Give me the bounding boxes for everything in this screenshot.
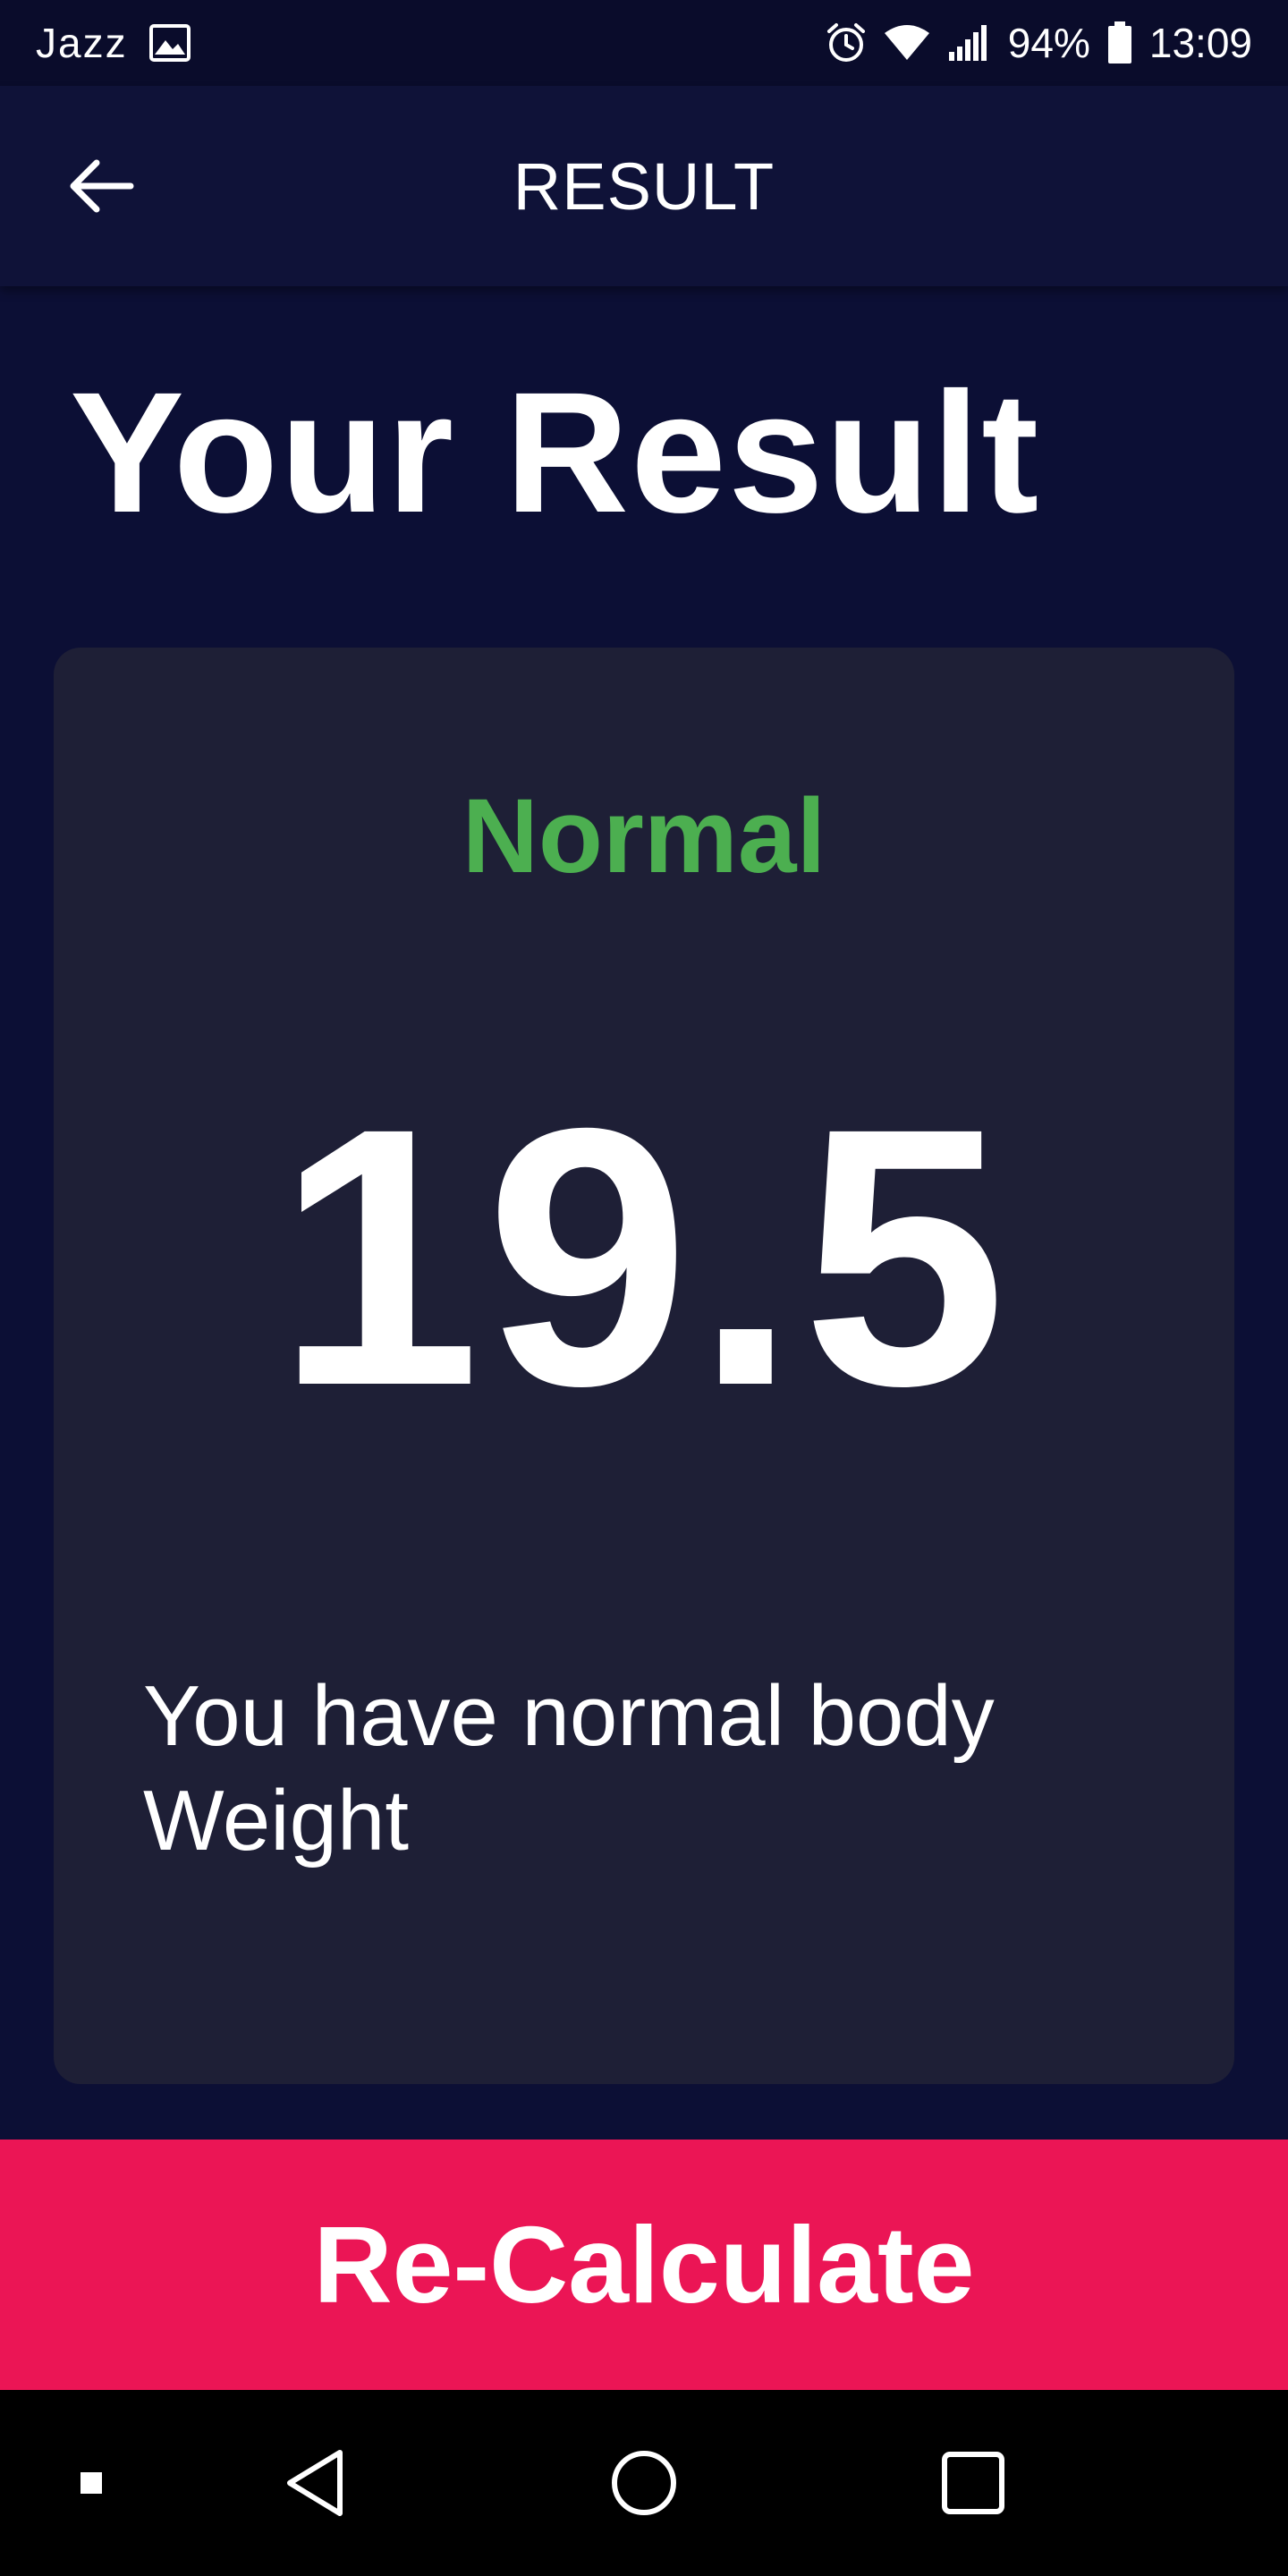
bmi-interpretation: You have normal body Weight [143,1668,995,1869]
status-right: 94% 13:09 [826,19,1252,67]
status-bar: Jazz 94% 13:09 [0,0,1288,86]
home-circle-icon[interactable] [610,2449,678,2517]
battery-percentage: 94% [1007,20,1090,66]
back-button[interactable] [54,140,147,233]
carrier-name: Jazz [36,20,128,66]
bmi-status-label: Normal [462,777,826,895]
recalculate-button[interactable]: Re-Calculate [0,2140,1288,2390]
signal-icon [947,23,992,63]
app-bar: RESULT [0,86,1288,286]
battery-icon [1106,21,1133,64]
alarm-icon [826,22,867,64]
result-card: Normal 19.5 You have normal body Weight [54,648,1234,2084]
bmi-result-screen: Jazz 94% 13:09 RESULT Your Result Normal… [0,0,1288,2576]
status-left: Jazz [36,19,191,67]
app-bar-title: RESULT [513,148,775,224]
menu-dot-icon[interactable] [80,2472,102,2494]
bmi-value: 19.5 [276,1052,1012,1462]
clock: 13:09 [1148,20,1252,66]
page-title: Your Result [70,356,1041,548]
wifi-icon [883,24,931,62]
back-triangle-icon[interactable] [283,2449,347,2517]
system-navigation-bar [0,2390,1288,2576]
image-icon [148,24,191,62]
recents-square-icon[interactable] [941,2451,1005,2515]
arrow-back-icon [70,159,134,213]
